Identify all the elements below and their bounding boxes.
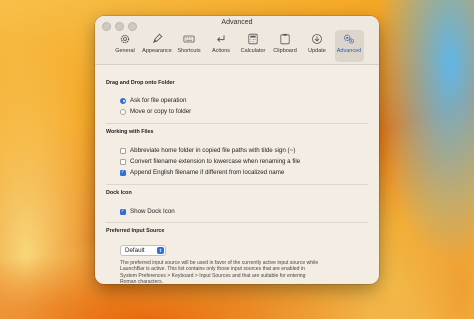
radio-button[interactable] <box>120 108 126 115</box>
tab-appearance[interactable]: Appearance <box>142 30 172 62</box>
checkbox-checked[interactable]: ✓ <box>120 208 126 215</box>
section-divider <box>106 184 368 185</box>
calculator-icon <box>246 30 260 48</box>
tab-advanced[interactable]: Advanced <box>334 30 364 62</box>
radio-label: Ask for file operation <box>130 97 187 104</box>
paintbrush-icon <box>150 30 164 48</box>
checkbox-label: Convert filename extension to lowercase … <box>130 158 301 165</box>
title-bar: Advanced General Appearance Shortcuts Ac… <box>95 16 379 65</box>
tab-label: Clipboard <box>273 48 297 54</box>
checkbox-label: Abbreviate home folder in copied file pa… <box>130 147 296 154</box>
keyboard-icon <box>182 30 196 48</box>
gear-icon <box>118 30 132 48</box>
tab-label: Actions <box>211 48 231 54</box>
checkbox-lowercase-extension[interactable]: Convert filename extension to lowercase … <box>120 158 300 165</box>
tab-label: Update <box>308 48 326 54</box>
chevron-updown-icon: ⇕ <box>157 247 164 254</box>
section-title-drag-drop: Drag and Drop onto Folder <box>106 80 175 86</box>
checkbox[interactable] <box>120 147 126 154</box>
checkbox-abbreviate-home[interactable]: Abbreviate home folder in copied file pa… <box>120 147 295 154</box>
section-divider <box>106 123 368 124</box>
input-source-description: The preferred input source will be used … <box>120 260 319 284</box>
tab-label: Calculator <box>240 48 266 54</box>
tab-update[interactable]: Update <box>303 30 332 62</box>
preferences-toolbar: General Appearance Shortcuts Actions Cal… <box>95 30 379 62</box>
tab-label: Advanced <box>336 48 362 54</box>
tab-clipboard[interactable]: Clipboard <box>271 30 300 62</box>
radio-button[interactable] <box>120 97 126 104</box>
download-circle-icon <box>310 30 324 48</box>
radio-move-or-copy[interactable]: Move or copy to folder <box>120 108 191 115</box>
tab-general[interactable]: General <box>111 30 140 62</box>
checkbox-show-dock-icon[interactable]: ✓ Show Dock Icon <box>120 208 175 215</box>
checkbox-append-english[interactable]: ✓ Append English filename if different f… <box>120 169 284 176</box>
tab-actions[interactable]: Actions <box>207 30 236 62</box>
tab-shortcuts[interactable]: Shortcuts <box>175 30 204 62</box>
radio-label: Move or copy to folder <box>130 108 192 115</box>
select-value: Default <box>125 247 145 254</box>
preferences-window: Advanced General Appearance Shortcuts Ac… <box>95 16 379 284</box>
arrow-return-icon <box>214 30 228 48</box>
tab-label: General <box>115 48 135 54</box>
checkbox-checked[interactable]: ✓ <box>120 169 126 176</box>
section-title-input-source: Preferred Input Source <box>106 228 165 234</box>
tab-label: Appearance <box>142 48 172 54</box>
gears-icon <box>342 30 356 48</box>
checkbox-label: Show Dock Icon <box>130 208 175 215</box>
preferences-content: Drag and Drop onto Folder Ask for file o… <box>95 65 379 284</box>
section-title-working-files: Working with Files <box>106 129 154 135</box>
input-source-select[interactable]: Default ⇕ <box>120 245 166 256</box>
checkbox-label: Append English filename if different fro… <box>130 169 285 176</box>
window-title: Advanced <box>221 19 253 26</box>
tab-calculator[interactable]: Calculator <box>239 30 268 62</box>
section-divider <box>106 222 368 223</box>
clipboard-icon <box>278 30 292 48</box>
section-title-dock-icon: Dock Icon <box>106 190 132 196</box>
radio-ask-for-file-operation[interactable]: Ask for file operation <box>120 97 186 104</box>
checkbox[interactable] <box>120 158 126 165</box>
tab-label: Shortcuts <box>177 48 201 54</box>
